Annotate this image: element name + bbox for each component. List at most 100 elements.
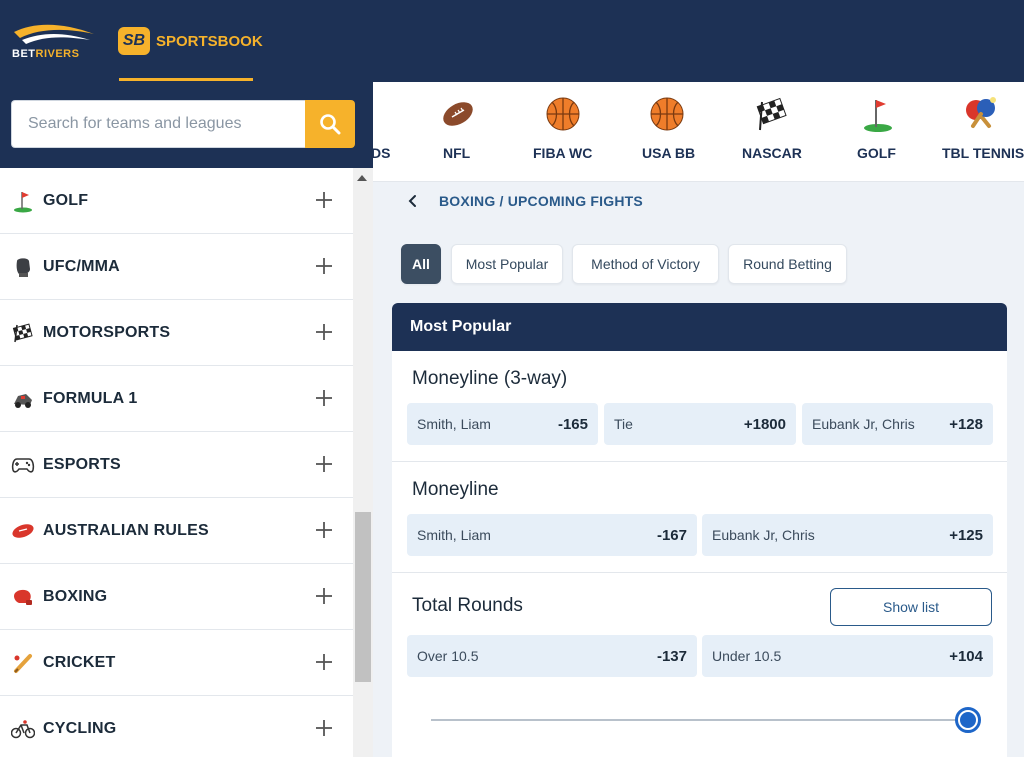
market-divider bbox=[392, 572, 1007, 573]
back-chevron-icon[interactable] bbox=[407, 194, 419, 208]
bicycle-icon bbox=[11, 717, 35, 741]
market-divider bbox=[392, 461, 1007, 462]
filter-chip-all[interactable]: All bbox=[401, 244, 441, 284]
card-title: Most Popular bbox=[392, 303, 1007, 351]
active-tab-underline bbox=[119, 78, 253, 81]
checkered-flag-icon bbox=[11, 321, 35, 345]
outcome-price: +125 bbox=[949, 526, 983, 544]
outcome-price: +128 bbox=[949, 415, 983, 433]
filter-chip-round-betting[interactable]: Round Betting bbox=[728, 244, 847, 284]
market-title: Moneyline (3-way) bbox=[412, 368, 568, 389]
plus-icon[interactable] bbox=[313, 255, 335, 277]
sidebar-item-formula-1[interactable]: FORMULA 1 bbox=[0, 366, 353, 432]
brand-text: BETRIVERS bbox=[12, 48, 80, 60]
breadcrumb[interactable]: BOXING / UPCOMING FIGHTS bbox=[439, 193, 643, 209]
table-tennis-icon bbox=[966, 97, 996, 128]
odds-button[interactable]: Eubank Jr, Chris +128 bbox=[802, 403, 993, 445]
betrivers-logo[interactable]: BETRIVERS bbox=[12, 20, 96, 60]
sidebar-item-ufc-mma[interactable]: UFC/MMA bbox=[0, 234, 353, 300]
golf-flag-icon bbox=[864, 100, 892, 132]
sport-nascar[interactable]: NASCAR bbox=[738, 82, 808, 182]
sport-partial-label[interactable]: DS bbox=[371, 145, 390, 161]
plus-icon[interactable] bbox=[313, 717, 335, 739]
plus-icon[interactable] bbox=[313, 321, 335, 343]
rounds-slider-thumb[interactable] bbox=[955, 707, 981, 733]
sidebar-item-cricket[interactable]: CRICKET bbox=[0, 630, 353, 696]
sport-usa-bb[interactable]: USA BB bbox=[637, 82, 697, 182]
odds-button[interactable]: Smith, Liam -167 bbox=[407, 514, 697, 556]
aussie-ball-icon bbox=[11, 519, 35, 543]
sport-label: USA BB bbox=[642, 145, 696, 161]
sidebar-item-cycling[interactable]: CYCLING bbox=[0, 696, 353, 757]
sportsbook-label: SPORTSBOOK bbox=[156, 32, 263, 50]
betrivers-swoosh-icon bbox=[14, 24, 94, 44]
outcome-price: +1800 bbox=[743, 415, 786, 433]
market-card: Most Popular Moneyline (3-way) Smith, Li… bbox=[392, 303, 1007, 757]
sport-golf[interactable]: GOLF bbox=[848, 82, 908, 182]
outcome-name: Over 10.5 bbox=[417, 648, 479, 664]
sport-nfl[interactable]: NFL bbox=[428, 82, 488, 182]
scroll-up-arrow-icon[interactable] bbox=[357, 175, 367, 181]
sport-label: NFL bbox=[443, 145, 471, 161]
sport-label: FIBA WC bbox=[533, 145, 593, 161]
sport-tbl-tennis[interactable]: TBL TENNIS bbox=[939, 82, 1024, 182]
plus-icon[interactable] bbox=[313, 585, 335, 607]
sidebar-item-esports[interactable]: ESPORTS bbox=[0, 432, 353, 498]
sidebar-item-label: FORMULA 1 bbox=[43, 389, 138, 407]
sidebar-item-label: BOXING bbox=[43, 587, 108, 605]
odds-button[interactable]: Tie +1800 bbox=[604, 403, 796, 445]
plus-icon[interactable] bbox=[313, 519, 335, 541]
odds-button[interactable]: Smith, Liam -165 bbox=[407, 403, 598, 445]
sidebar-item-australian-rules[interactable]: AUSTRALIAN RULES bbox=[0, 498, 353, 564]
basketball-icon bbox=[546, 97, 580, 131]
sport-label: GOLF bbox=[857, 145, 896, 161]
odds-button[interactable]: Eubank Jr, Chris +125 bbox=[702, 514, 993, 556]
sidebar-item-label: GOLF bbox=[43, 191, 89, 209]
search-icon bbox=[320, 114, 341, 135]
sb-badge-icon: SB bbox=[118, 27, 150, 55]
sportsbook-tab[interactable]: SB SPORTSBOOK bbox=[118, 26, 263, 56]
outcome-price: -165 bbox=[557, 415, 588, 433]
odds-button[interactable]: Under 10.5 +104 bbox=[702, 635, 993, 677]
sports-sidebar: GOLF UFC/MMA MOTORSPORTS FORMULA 1 ESPOR… bbox=[0, 168, 353, 757]
search-input[interactable] bbox=[11, 100, 305, 148]
sidebar-item-label: AUSTRALIAN RULES bbox=[43, 521, 209, 539]
scrollbar-thumb[interactable] bbox=[355, 512, 371, 682]
football-icon bbox=[443, 102, 473, 126]
sidebar-item-boxing[interactable]: BOXING bbox=[0, 564, 353, 630]
plus-icon[interactable] bbox=[313, 651, 335, 673]
sport-label: NASCAR bbox=[742, 145, 802, 161]
boxing-glove-icon bbox=[11, 585, 35, 609]
plus-icon[interactable] bbox=[313, 387, 335, 409]
filter-chip-most-popular[interactable]: Most Popular bbox=[451, 244, 563, 284]
glove-icon bbox=[11, 255, 35, 279]
show-list-button[interactable]: Show list bbox=[830, 588, 992, 626]
sidebar-item-label: UFC/MMA bbox=[43, 257, 120, 275]
sport-label: TBL TENNIS bbox=[942, 145, 1024, 161]
odds-button[interactable]: Over 10.5 -137 bbox=[407, 635, 697, 677]
gamepad-icon bbox=[11, 453, 35, 477]
sidebar-item-label: ESPORTS bbox=[43, 455, 121, 473]
outcome-price: -167 bbox=[656, 526, 687, 544]
search-panel bbox=[0, 82, 373, 168]
rounds-slider-track[interactable] bbox=[431, 719, 971, 721]
race-car-icon bbox=[11, 387, 35, 411]
golf-flag-icon bbox=[11, 189, 35, 213]
plus-icon[interactable] bbox=[313, 189, 335, 211]
checkered-flag-icon bbox=[756, 97, 787, 131]
sport-fiba-wc[interactable]: FIBA WC bbox=[528, 82, 598, 182]
outcome-name: Eubank Jr, Chris bbox=[712, 527, 815, 543]
sidebar-item-golf[interactable]: GOLF bbox=[0, 168, 353, 234]
market-title: Moneyline bbox=[412, 479, 499, 500]
top-header: BETRIVERS SB SPORTSBOOK bbox=[0, 0, 1024, 82]
plus-icon[interactable] bbox=[313, 453, 335, 475]
outcome-name: Under 10.5 bbox=[712, 648, 782, 664]
sidebar-item-label: MOTORSPORTS bbox=[43, 323, 171, 341]
outcome-name: Smith, Liam bbox=[417, 416, 491, 432]
search-button[interactable] bbox=[305, 100, 355, 148]
filter-chip-method-of-victory[interactable]: Method of Victory bbox=[572, 244, 719, 284]
sports-carousel: DS NFL FIBA WC USA BB NASCAR GOLF TBL TE… bbox=[371, 82, 1024, 182]
sidebar-item-label: CRICKET bbox=[43, 653, 116, 671]
sidebar-item-motorsports[interactable]: MOTORSPORTS bbox=[0, 300, 353, 366]
cricket-bat-icon bbox=[11, 651, 35, 675]
